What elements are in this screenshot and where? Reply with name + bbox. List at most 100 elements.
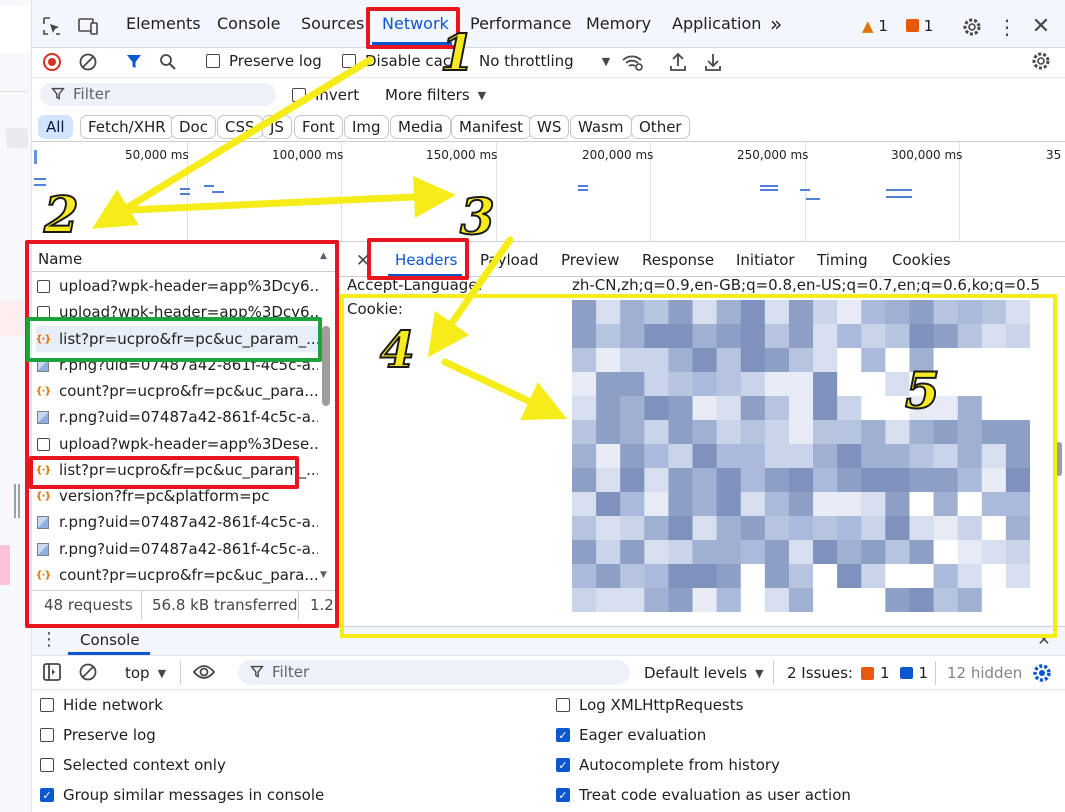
option-treat-as-user-action[interactable]: ✓ Treat code evaluation as user action	[556, 786, 851, 804]
chip-all[interactable]: All	[38, 115, 73, 139]
warning-square-icon	[860, 666, 874, 680]
checkbox-checked: ✓	[40, 788, 54, 802]
tab-payload[interactable]: Payload	[480, 251, 539, 269]
tab-response[interactable]: Response	[642, 251, 714, 269]
highlight-headers-tab	[367, 238, 469, 280]
live-expression-eye-icon[interactable]	[192, 662, 216, 682]
option-preserve-log[interactable]: Preserve log	[40, 726, 156, 744]
chip-manifest[interactable]: Manifest	[451, 115, 532, 139]
tab-cookies[interactable]: Cookies	[892, 251, 951, 269]
settings-gear-icon[interactable]	[961, 16, 983, 38]
option-eager-evaluation[interactable]: ✓ Eager evaluation	[556, 726, 706, 744]
option-hide-network[interactable]: Hide network	[40, 696, 163, 714]
checkbox-box	[40, 728, 54, 742]
chip-font[interactable]: Font	[294, 115, 343, 139]
page-fragment	[0, 545, 10, 585]
log-levels-select[interactable]: Default levels ▼	[644, 664, 764, 682]
invert-checkbox[interactable]: Invert	[292, 86, 359, 104]
checkbox-checked: ✓	[556, 788, 570, 802]
option-group-similar[interactable]: ✓ Group similar messages in console	[40, 786, 324, 804]
error-icon	[906, 19, 919, 32]
chip-ws[interactable]: WS	[529, 115, 570, 139]
hidden-count: 12 hidden	[947, 664, 1023, 682]
issues-info-count: 1	[918, 664, 929, 682]
inspect-element-icon[interactable]	[42, 16, 62, 36]
chip-wasm[interactable]: Wasm	[570, 115, 632, 139]
timeline-tick: 250,000 ms	[737, 148, 809, 162]
chip-media[interactable]: Media	[390, 115, 452, 139]
search-icon[interactable]	[158, 52, 178, 72]
warnings-count: 1	[878, 17, 888, 35]
tab-console[interactable]: Console	[217, 14, 281, 33]
chip-img[interactable]: Img	[344, 115, 389, 139]
annotation-number-1: 1	[439, 23, 476, 82]
export-har-icon[interactable]	[703, 51, 723, 73]
kebab-menu-icon[interactable]: ⋮	[997, 15, 1017, 39]
network-settings-gear-icon[interactable]	[1030, 50, 1052, 72]
drawer-menu-icon[interactable]: ⋮	[40, 629, 58, 650]
header-value: zh-CN,zh;q=0.9,en-GB;q=0.8,en-US;q=0.7,e…	[572, 276, 1041, 294]
chip-js[interactable]: JS	[262, 115, 292, 139]
checkbox-box	[40, 758, 54, 772]
filter-placeholder: Filter	[73, 85, 111, 103]
import-har-icon[interactable]	[668, 51, 688, 73]
chip-doc[interactable]: Doc	[171, 115, 216, 139]
warnings-badge[interactable]: ▲ 1	[862, 17, 888, 35]
console-filter-placeholder: Filter	[272, 663, 310, 681]
timeline-bar	[180, 193, 190, 195]
tab-sources[interactable]: Sources	[301, 14, 364, 33]
filter-funnel-icon[interactable]	[124, 52, 144, 72]
page-fragment	[0, 300, 26, 336]
timeline-tick: 35	[1046, 148, 1062, 162]
preserve-log-checkbox[interactable]: Preserve log	[206, 52, 322, 70]
issues-button[interactable]: 2 Issues: 1 1	[787, 664, 928, 682]
option-log-xhr[interactable]: Log XMLHttpRequests	[556, 696, 743, 714]
chip-other[interactable]: Other	[631, 115, 690, 139]
close-devtools-icon[interactable]: ✕	[1030, 14, 1052, 39]
annotation-number-2: 2	[43, 185, 80, 244]
chevron-down-icon: ▼	[477, 88, 487, 102]
option-label: Log XMLHttpRequests	[579, 696, 744, 714]
chip-css[interactable]: CSS	[217, 115, 263, 139]
more-filters-label: More filters	[385, 86, 470, 104]
chip-fetch-xhr[interactable]: Fetch/XHR	[80, 115, 174, 139]
errors-badge[interactable]: 1	[906, 17, 933, 35]
more-filters-dropdown[interactable]: More filters ▼	[385, 86, 486, 104]
throttling-select[interactable]: No throttling ▼	[479, 52, 610, 70]
tab-elements[interactable]: Elements	[126, 14, 201, 33]
option-autocomplete-history[interactable]: ✓ Autocomplete from history	[556, 756, 780, 774]
timeline-tick: 300,000 ms	[891, 148, 963, 162]
timeline-bar	[204, 185, 214, 187]
context-select[interactable]: top ▼	[125, 664, 166, 682]
checkbox-box	[292, 88, 306, 102]
console-settings-gear-icon[interactable]	[1031, 662, 1053, 684]
context-value: top	[125, 664, 150, 682]
drawer-tab-console[interactable]: Console	[80, 631, 140, 649]
option-selected-context-only[interactable]: Selected context only	[40, 756, 226, 774]
stop-recording-icon[interactable]	[42, 52, 62, 72]
timeline-tick: 50,000 ms	[125, 148, 189, 162]
more-tabs-button[interactable]: »	[770, 12, 782, 36]
preserve-log-label: Preserve log	[229, 52, 322, 70]
page-fragment	[0, 6, 30, 54]
timeline-bar	[578, 185, 588, 187]
network-conditions-icon[interactable]	[621, 52, 645, 72]
errors-count: 1	[923, 17, 934, 35]
panel-resize-handle[interactable]	[14, 484, 20, 518]
device-toolbar-icon[interactable]	[77, 16, 99, 36]
clear-icon[interactable]	[78, 52, 98, 72]
tab-preview[interactable]: Preview	[561, 251, 619, 269]
tab-initiator[interactable]: Initiator	[736, 251, 795, 269]
tab-memory[interactable]: Memory	[586, 14, 651, 33]
tab-timing[interactable]: Timing	[817, 251, 868, 269]
clear-console-icon[interactable]	[78, 662, 98, 682]
divider	[935, 661, 936, 685]
sidebar-toggle-icon[interactable]	[42, 662, 62, 682]
tab-application[interactable]: Application	[672, 14, 761, 33]
timeline-bar	[34, 178, 46, 180]
option-label: Treat code evaluation as user action	[579, 786, 851, 804]
filter-icon	[250, 665, 264, 679]
timeline-tick: 150,000 ms	[426, 148, 498, 162]
tab-performance[interactable]: Performance	[470, 14, 571, 33]
option-label: Eager evaluation	[579, 726, 707, 744]
